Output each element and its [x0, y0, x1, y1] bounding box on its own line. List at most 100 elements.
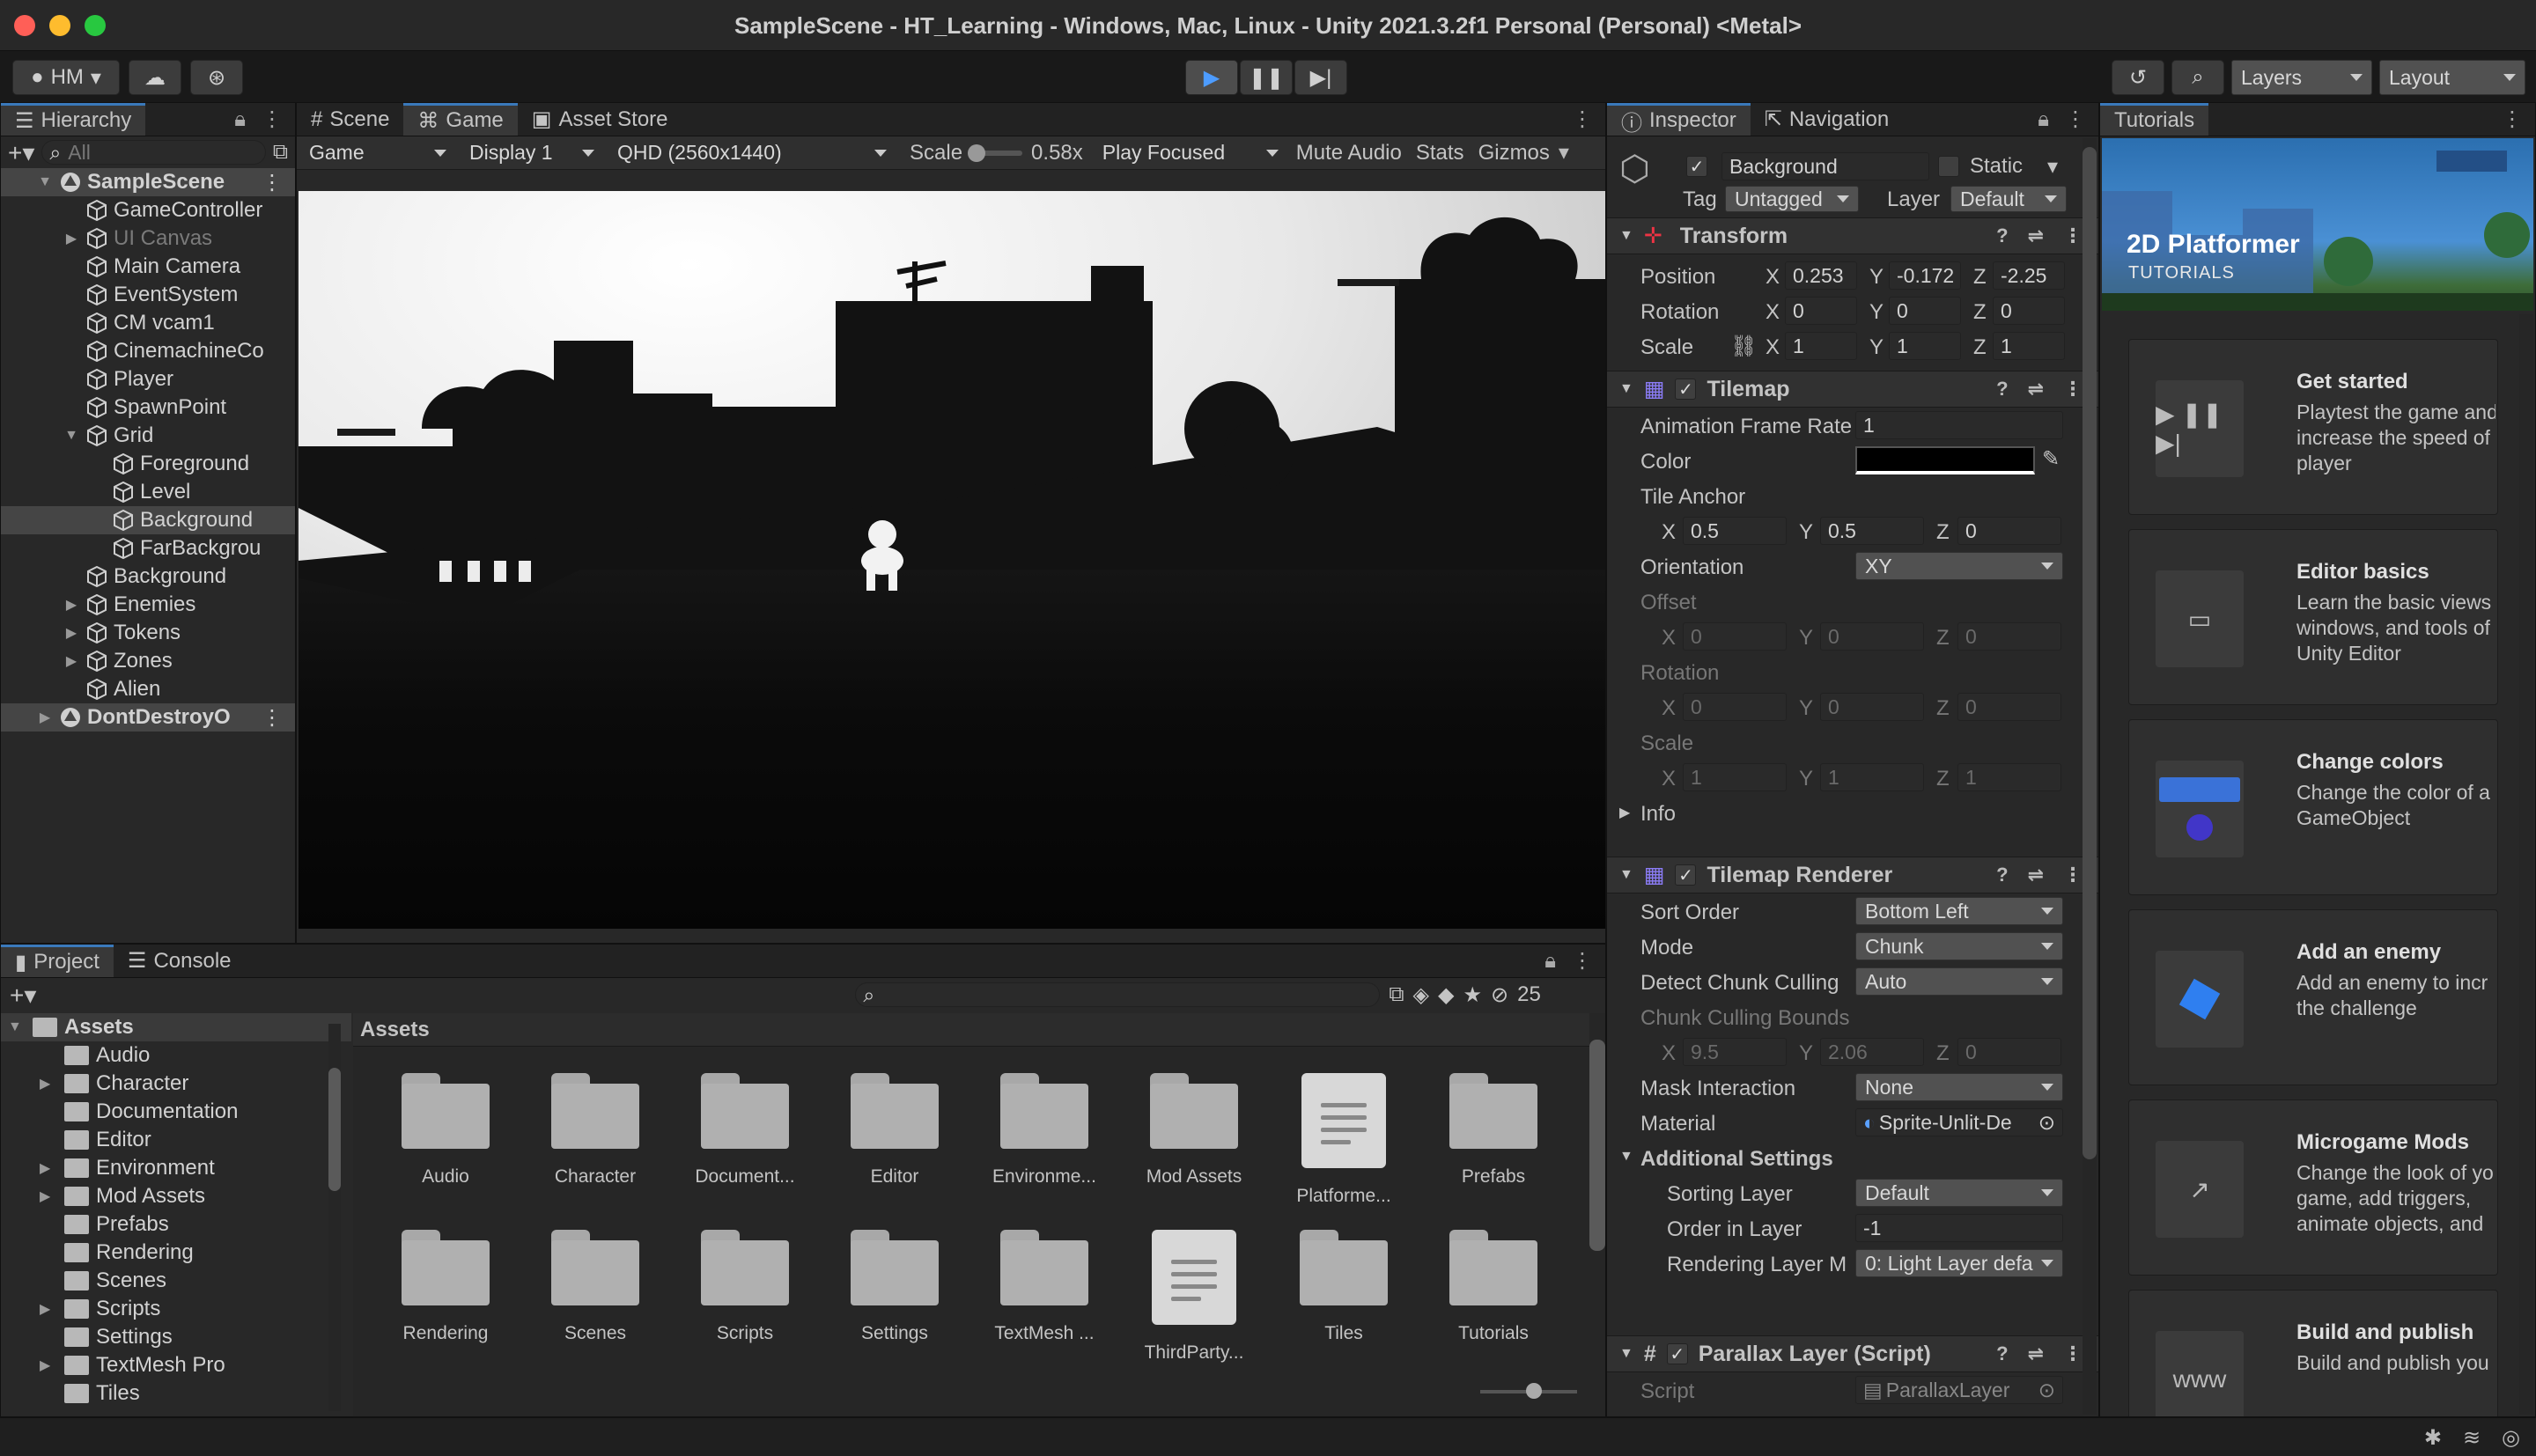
inspector-scrollbar-thumb[interactable] — [2083, 147, 2097, 1159]
asset-item[interactable]: Tutorials — [1419, 1230, 1568, 1364]
foldout-arrow-icon[interactable]: ▶ — [40, 1300, 64, 1318]
progress-icon[interactable]: ◎ — [2502, 1425, 2520, 1451]
project-tree-row[interactable]: Audio — [1, 1041, 351, 1070]
layer-dropdown[interactable]: Default — [1950, 186, 2067, 212]
asset-item[interactable]: TextMesh ... — [969, 1230, 1119, 1364]
kebab-icon[interactable]: ⋮ — [262, 705, 283, 731]
axis-z-label[interactable]: Z — [1936, 520, 1950, 545]
bounds-z-field[interactable]: 0 — [1957, 1038, 2061, 1066]
anim-frame-rate-field[interactable]: 1 — [1855, 411, 2063, 439]
rotation-x-field[interactable]: 0 — [1683, 693, 1787, 721]
tab-asset-store[interactable]: ▣ Asset Store — [518, 103, 682, 136]
axis-x-label[interactable]: X — [1662, 1041, 1676, 1066]
axis-z-label[interactable]: Z — [1973, 300, 1987, 325]
foldout-arrow-icon[interactable]: ▶ — [40, 1075, 64, 1092]
project-tree-row[interactable]: Prefabs — [1, 1210, 351, 1239]
foldout-arrow-icon[interactable]: ▶ — [40, 1188, 64, 1205]
color-swatch[interactable] — [1855, 446, 2035, 474]
hidden-packages-icon[interactable]: ⊘ — [1491, 982, 1508, 1008]
axis-z-label[interactable]: Z — [1936, 696, 1950, 721]
tile-anchor-y-field[interactable]: 0.5 — [1820, 517, 1924, 545]
hierarchy-row[interactable]: ▶ Enemies — [1, 591, 295, 619]
additional-settings-foldout[interactable]: Additional Settings — [1640, 1147, 1833, 1172]
step-button[interactable]: ▶| — [1294, 60, 1347, 95]
position-x-field[interactable]: 0.253 — [1785, 261, 1857, 290]
scale-slider-thumb[interactable] — [968, 143, 986, 162]
add-icon[interactable]: +▾ — [10, 981, 36, 1010]
game-viewport[interactable] — [299, 191, 1605, 929]
offset-z-field[interactable]: 0 — [1957, 622, 2061, 651]
hierarchy-search-input[interactable]: ⌕ All — [41, 140, 266, 165]
project-tree-row[interactable]: Editor — [1, 1126, 351, 1154]
tutorial-card[interactable]: ▭ Editor basics Learn the basic views windo… — [2128, 529, 2498, 705]
project-tree-row[interactable]: Rendering — [1, 1239, 351, 1267]
axis-y-label[interactable]: Y — [1799, 520, 1813, 545]
filter-by-type-icon[interactable]: ◈ — [1413, 982, 1429, 1008]
hierarchy-row[interactable]: CinemachineCo — [1, 337, 295, 365]
account-dropdown[interactable]: ● HM ▾ — [12, 60, 120, 95]
detect-chunk-culling-dropdown[interactable]: Auto — [1855, 967, 2063, 996]
axis-z-label[interactable]: Z — [1973, 265, 1987, 290]
renderer-enabled-checkbox[interactable]: ✓ — [1675, 864, 1697, 886]
info-foldout[interactable]: Info — [1640, 802, 1676, 827]
project-tree-row[interactable]: ▶ Scripts — [1, 1295, 351, 1323]
foldout-arrow-icon[interactable]: ▶ — [63, 652, 80, 670]
axis-z-label[interactable]: Z — [1936, 767, 1950, 791]
axis-y-label[interactable]: Y — [1869, 335, 1884, 360]
foldout-arrow-icon[interactable]: ▶ — [63, 596, 80, 614]
kebab-icon[interactable]: ⋮ — [262, 170, 283, 195]
lock-icon[interactable]: 🔒︎ — [1544, 949, 1556, 974]
project-tree-row[interactable]: ▶ Character — [1, 1070, 351, 1098]
kebab-icon[interactable]: ⋮ — [262, 107, 283, 132]
foldout-arrow-icon[interactable]: ▼ — [1619, 228, 1633, 244]
asset-item[interactable]: Editor — [820, 1073, 969, 1207]
panel-menu[interactable]: 🔒︎ ⋮ — [234, 103, 283, 136]
axis-y-label[interactable]: Y — [1799, 767, 1813, 791]
axis-y-label[interactable]: Y — [1869, 300, 1884, 325]
chevron-down-icon[interactable]: ▾ — [1559, 140, 1569, 165]
rotation-z-field[interactable]: 0 — [1993, 297, 2065, 325]
cloud-icon[interactable]: ☁ — [129, 60, 181, 95]
asset-item[interactable]: Settings — [820, 1230, 969, 1364]
bug-icon[interactable]: ✱ — [2424, 1425, 2442, 1451]
project-tree-row[interactable]: ▶ TextMesh Pro — [1, 1351, 351, 1379]
asset-scrollbar-thumb[interactable] — [1589, 1040, 1605, 1251]
asset-item[interactable]: Scripts — [670, 1230, 820, 1364]
axis-x-label[interactable]: X — [1766, 300, 1780, 325]
kebab-icon[interactable]: ⋮ — [2502, 103, 2523, 136]
kebab-icon[interactable]: ⋮ — [1572, 103, 1593, 136]
pause-button[interactable]: ❚❚ — [1240, 60, 1293, 95]
lock-icon[interactable]: 🔒︎ — [2038, 107, 2049, 132]
scale-x-field[interactable]: 1 — [1785, 332, 1857, 360]
resolution-dropdown[interactable]: QHD (2560x1440) — [608, 139, 896, 167]
asset-item[interactable]: Mod Assets — [1119, 1073, 1269, 1207]
kebab-icon[interactable]: ⋮ — [2063, 224, 2083, 247]
tutorial-card[interactable]: www Build and publish Build and publish yo… — [2128, 1290, 2498, 1416]
kebab-icon[interactable]: ⋮ — [2063, 864, 2083, 886]
project-tree-row[interactable]: Documentation — [1, 1098, 351, 1126]
axis-x-label[interactable]: X — [1662, 626, 1676, 651]
foldout-arrow-icon[interactable]: ▼ — [36, 174, 54, 190]
axis-y-label[interactable]: Y — [1799, 1041, 1813, 1066]
static-checkbox[interactable] — [1938, 156, 1959, 177]
hierarchy-row[interactable]: ▶ Zones — [1, 647, 295, 675]
preset-icon[interactable]: ⇌ — [2028, 864, 2044, 886]
help-icon[interactable]: ? — [1996, 224, 2008, 247]
foldout-arrow-icon[interactable]: ▼ — [63, 428, 80, 444]
axis-z-label[interactable]: Z — [1936, 626, 1950, 651]
hierarchy-row[interactable]: Alien — [1, 675, 295, 703]
tutorial-card[interactable]: Change colors Change the color of a GameOb… — [2128, 719, 2498, 895]
sorting-layer-dropdown[interactable]: Default — [1855, 1179, 2063, 1207]
order-in-layer-field[interactable]: -1 — [1855, 1214, 2063, 1242]
transform-header[interactable]: ▼ ✛ Transform ? ⇌ ⋮ — [1607, 217, 2098, 254]
offset-x-field[interactable]: 0 — [1683, 622, 1787, 651]
tilemap-enabled-checkbox[interactable]: ✓ — [1675, 379, 1697, 400]
play-button[interactable]: ▶ — [1185, 60, 1238, 95]
chevron-down-icon[interactable]: ▾ — [2047, 154, 2058, 180]
search-by-type-icon[interactable]: ⧉ — [1389, 982, 1404, 1007]
tile-anchor-x-field[interactable]: 0.5 — [1683, 517, 1787, 545]
scene-visibility-icon[interactable]: ⧉ — [273, 140, 288, 165]
asset-item[interactable]: ThirdParty... — [1119, 1230, 1269, 1364]
hierarchy-row[interactable]: ▶ UI Canvas — [1, 224, 295, 253]
layers-dropdown[interactable]: Layers — [2231, 60, 2372, 95]
